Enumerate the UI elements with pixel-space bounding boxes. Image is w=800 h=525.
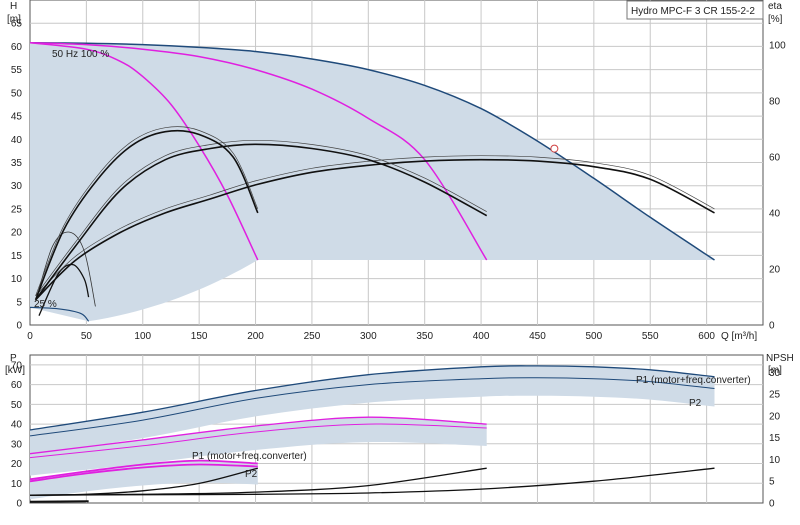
upper-y2-tick-label: 0	[769, 321, 775, 332]
x-tick-label: 300	[360, 331, 377, 342]
p2-bottom-label: P2	[245, 469, 258, 480]
x-tick-label: 100	[134, 331, 151, 342]
upper-y-tick-label: 25	[11, 204, 23, 215]
title-box-text: Hydro MPC-F 3 CR 155-2-2	[631, 6, 755, 17]
lower-y-tick-label: 70	[11, 360, 23, 371]
upper-y2-tick-label: 100	[769, 40, 786, 51]
lower-y2-tick-label: 30	[769, 368, 781, 379]
x-tick-label: 0	[27, 331, 33, 342]
x-tick-label: 150	[191, 331, 208, 342]
upper-y-tick-label: 55	[11, 65, 23, 76]
duty-point-marker	[551, 145, 558, 152]
lower-y-tick-label: 60	[11, 380, 23, 391]
p2-top-label: P2	[689, 398, 702, 409]
lower-y2-tick-label: 25	[769, 390, 781, 401]
upper-y-tick-label: 15	[11, 251, 23, 262]
lower-y2-tick-label: 10	[769, 455, 781, 466]
x-tick-label: 400	[473, 331, 490, 342]
p1-bottom-label: P1 (motor+freq.converter)	[192, 451, 307, 462]
upper-y2-unit: [%]	[768, 14, 783, 25]
upper-y2-tick-label: 20	[769, 264, 781, 275]
x-tick-label: 450	[529, 331, 546, 342]
x-tick-label: 550	[642, 331, 659, 342]
lower-y2-label: NPSH	[766, 353, 794, 364]
upper-y-tick-label: 10	[11, 274, 23, 285]
upper-y-tick-label: 35	[11, 158, 23, 169]
x-tick-label: 200	[247, 331, 264, 342]
lower-y2-tick-label: 20	[769, 411, 781, 422]
upper-y-tick-label: 60	[11, 42, 23, 53]
upper-y-tick-label: 5	[16, 297, 22, 308]
pump-curve-chart: H [m] eta [%] Q [m³/h] Hydro MPC-F 3 CR …	[0, 0, 800, 520]
lower-y-tick-label: 0	[16, 499, 22, 510]
lower-y-tick-label: 30	[11, 439, 23, 450]
x-tick-label: 50	[81, 331, 93, 342]
lower-y-tick-label: 40	[11, 420, 23, 431]
upper-y-tick-label: 50	[11, 88, 23, 99]
upper-y2-tick-label: 80	[769, 96, 781, 107]
upper-y-tick-label: 65	[11, 19, 23, 30]
x-tick-label: 250	[304, 331, 321, 342]
upper-y2-label: eta	[768, 1, 782, 12]
lower-y2-tick-label: 15	[769, 433, 781, 444]
lower-y2-tick-label: 0	[769, 499, 775, 510]
upper-y2-tick-label: 60	[769, 152, 781, 163]
upper-y-tick-label: 20	[11, 228, 23, 239]
lower-y-tick-label: 20	[11, 459, 23, 470]
speed-label: 50 Hz 100 %	[52, 49, 109, 60]
upper-y-tick-label: 30	[11, 181, 23, 192]
lower-y-tick-label: 50	[11, 400, 23, 411]
upper-y2-tick-label: 40	[769, 208, 781, 219]
lower-y2-tick-label: 5	[769, 477, 775, 488]
x-tick-label: 600	[698, 331, 715, 342]
upper-y-tick-label: 0	[16, 321, 22, 332]
x-axis-label: Q [m³/h]	[721, 331, 757, 342]
lower-y-tick-label: 10	[11, 479, 23, 490]
x-tick-label: 500	[586, 331, 603, 342]
upper-y-tick-label: 45	[11, 112, 23, 123]
upper-y-tick-label: 40	[11, 135, 23, 146]
p1-top-label: P1 (motor+freq.converter)	[636, 375, 751, 386]
chart-svg: H [m] eta [%] Q [m³/h] Hydro MPC-F 3 CR …	[0, 0, 800, 520]
x-tick-label: 350	[416, 331, 433, 342]
upper-y-label: H	[10, 1, 17, 12]
min-speed-label: 25 %	[34, 299, 57, 310]
